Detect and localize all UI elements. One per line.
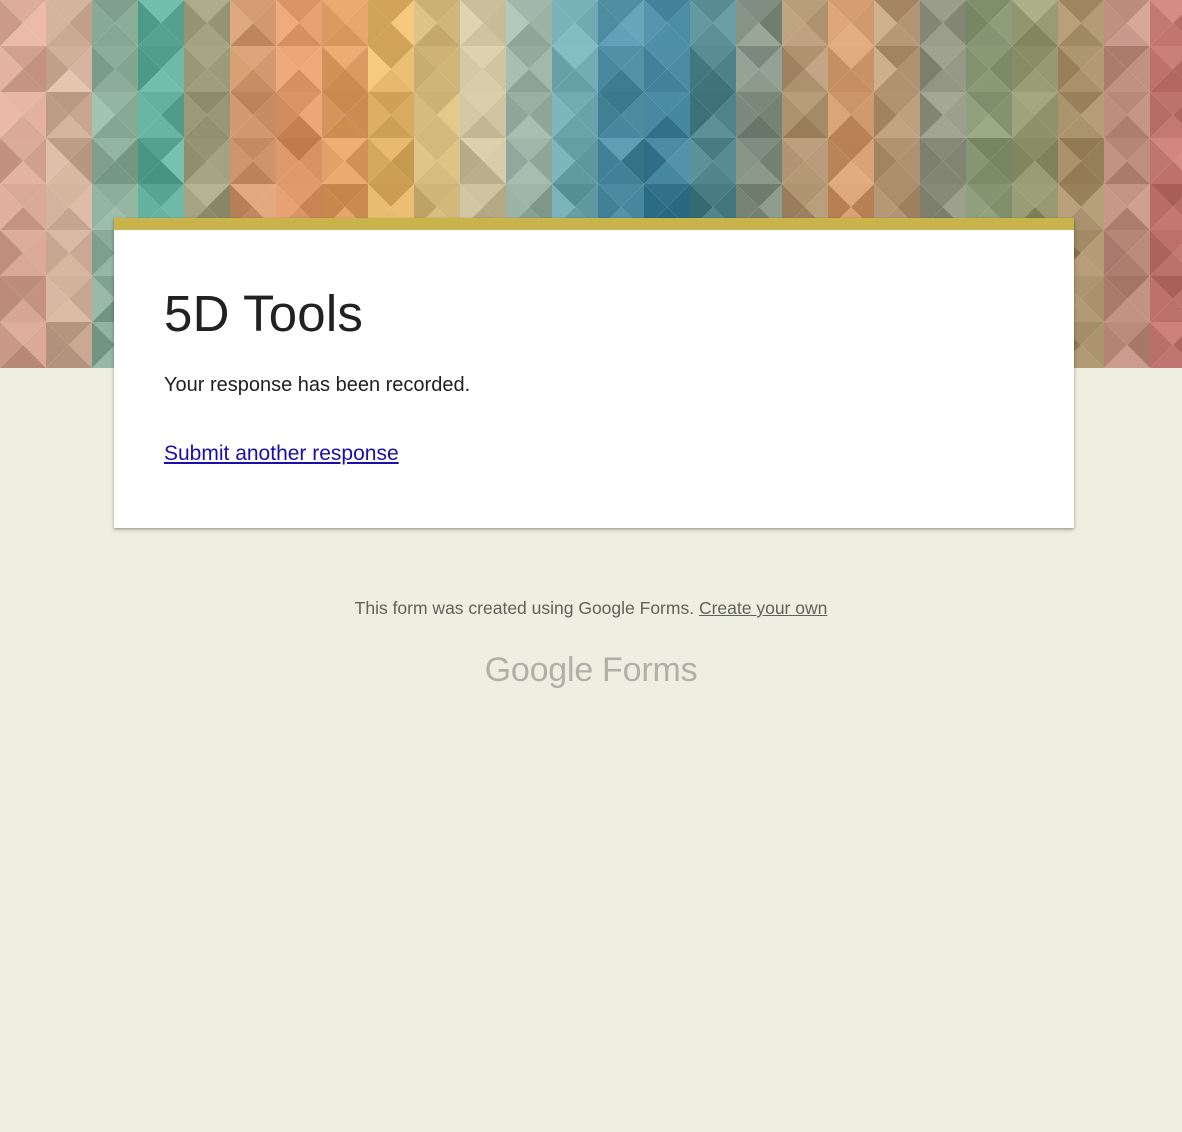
forms-logo-text: Forms xyxy=(602,651,698,689)
form-title: 5D Tools xyxy=(164,285,364,342)
google-forms-logo[interactable]: Google Forms xyxy=(0,650,1182,691)
footer-note: This form was created using Google Forms… xyxy=(0,598,1182,619)
google-logo-text: Google xyxy=(484,651,594,689)
create-your-own-link[interactable]: Create your own xyxy=(699,598,827,618)
footer-note-text: This form was created using Google Forms… xyxy=(354,598,695,618)
confirmation-card: 5D Tools Your response has been recorded… xyxy=(114,218,1074,528)
confirmation-message: Your response has been recorded. xyxy=(164,374,471,396)
submit-another-response-link[interactable]: Submit another response xyxy=(164,441,399,466)
